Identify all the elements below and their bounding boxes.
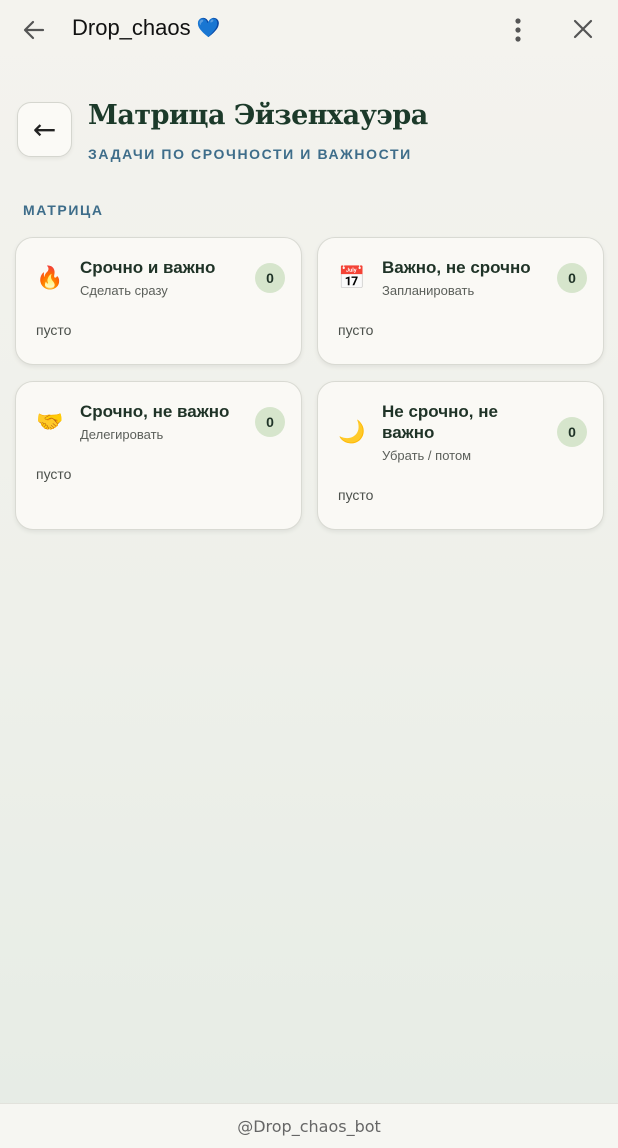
quadrant-title: Срочно, не важно [80,402,230,421]
quadrant-title: Важно, не срочно [382,258,531,277]
quadrant-subtitle: Делегировать [80,427,164,442]
quadrant-subtitle: Сделать сразу [80,283,168,298]
app-title-text: Drop_chaos [72,15,191,40]
quadrant-card-not-urgent-not-important[interactable]: 🌙 Не срочно, не важно Убрать / потом 0 п… [317,381,604,530]
close-icon[interactable] [570,16,596,42]
blue-heart-icon: 💙 [196,18,221,39]
quadrant-subtitle: Запланировать [382,283,475,298]
handshake-icon: 🤝 [36,410,64,435]
empty-state-text: пусто [338,322,374,338]
quadrant-card-urgent-important[interactable]: 🔥 Срочно и важно Сделать сразу 0 пусто [15,237,302,365]
back-button[interactable]: ← [17,102,72,157]
page-subtitle: ЗАДАЧИ ПО СРОЧНОСТИ И ВАЖНОСТИ [88,146,412,162]
bot-handle-footer: @Drop_chaos_bot [0,1103,618,1148]
task-count-badge: 0 [557,263,587,293]
task-count-badge: 0 [557,417,587,447]
page-title: Матрица Эйзенхауэра [88,100,428,131]
quadrant-subtitle: Убрать / потом [382,448,472,463]
task-count-badge: 0 [255,263,285,293]
quadrant-card-important-not-urgent[interactable]: 📅 Важно, не срочно Запланировать 0 пусто [317,237,604,365]
arrow-left-icon[interactable] [20,16,48,44]
empty-state-text: пусто [36,466,72,482]
task-count-badge: 0 [255,407,285,437]
more-vertical-icon[interactable] [506,16,530,44]
top-bar: Drop_chaos 💙 [0,0,618,60]
app-title: Drop_chaos 💙 [72,15,220,41]
empty-state-text: пусто [36,322,72,338]
moon-icon: 🌙 [338,420,366,445]
quadrant-card-urgent-not-important[interactable]: 🤝 Срочно, не важно Делегировать 0 пусто [15,381,302,530]
section-label: МАТРИЦА [23,202,104,218]
quadrant-title: Срочно и важно [80,258,216,277]
empty-state-text: пусто [338,487,374,503]
quadrant-title: Не срочно, не важно [382,402,498,442]
fire-icon: 🔥 [36,266,64,291]
calendar-icon: 📅 [338,266,366,291]
